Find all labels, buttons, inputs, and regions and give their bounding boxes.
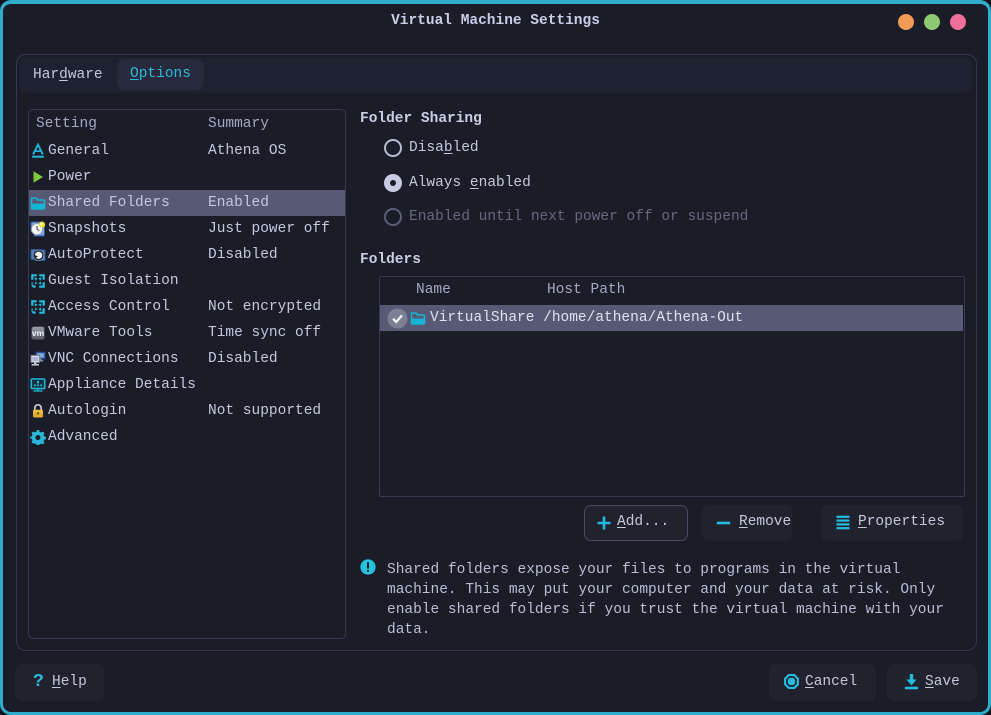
svg-text:vm: vm bbox=[32, 328, 45, 338]
